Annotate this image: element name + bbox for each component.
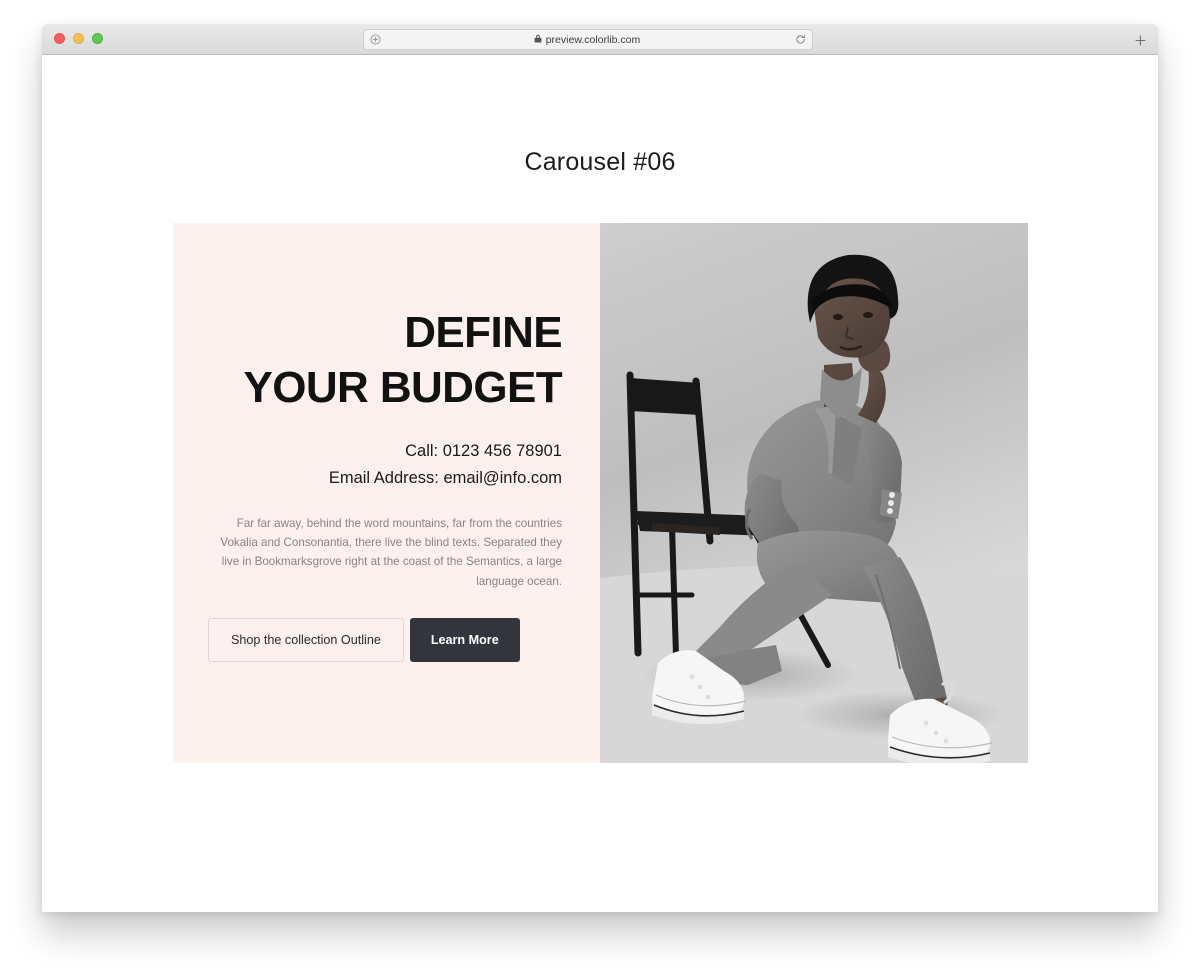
page-content: Carousel #06 DEFINE YOUR BUDGET Call: 01… (42, 55, 1158, 912)
browser-titlebar: preview.colorlib.com (42, 24, 1158, 55)
slide-actions: Shop the collection Outline Learn More (208, 618, 562, 663)
slide-contact: Call: 0123 456 78901 Email Address: emai… (208, 438, 562, 491)
minimize-window-button[interactable] (73, 33, 84, 44)
slide-description: Far far away, behind the word mountains,… (220, 516, 562, 588)
fashion-model-photo (600, 223, 1028, 763)
slide-phone: Call: 0123 456 78901 (405, 442, 562, 461)
address-bar-url: preview.colorlib.com (545, 33, 641, 46)
shop-collection-button[interactable]: Shop the collection Outline (208, 618, 404, 663)
page-info-icon[interactable] (364, 34, 386, 45)
address-bar[interactable]: preview.colorlib.com (363, 29, 813, 50)
browser-window: preview.colorlib.com Carousel #06 DEFINE… (42, 24, 1158, 912)
slide-headline-line2: YOUR BUDGET (243, 362, 562, 412)
maximize-window-button[interactable] (92, 33, 103, 44)
page-title: Carousel #06 (524, 148, 676, 176)
new-tab-button[interactable] (1130, 30, 1150, 50)
reload-icon[interactable] (788, 34, 812, 45)
slide-headline-line1: DEFINE (404, 308, 562, 357)
lock-icon (534, 34, 542, 46)
carousel-slide-text-panel: DEFINE YOUR BUDGET Call: 0123 456 78901 … (173, 223, 600, 763)
traffic-lights (54, 33, 103, 44)
slide-email: Email Address: email@info.com (328, 468, 562, 487)
carousel-slide-photo (600, 223, 1028, 763)
close-window-button[interactable] (54, 33, 65, 44)
learn-more-button[interactable]: Learn More (409, 618, 520, 663)
slide-headline: DEFINE YOUR BUDGET (208, 306, 562, 415)
carousel: DEFINE YOUR BUDGET Call: 0123 456 78901 … (173, 223, 1028, 763)
